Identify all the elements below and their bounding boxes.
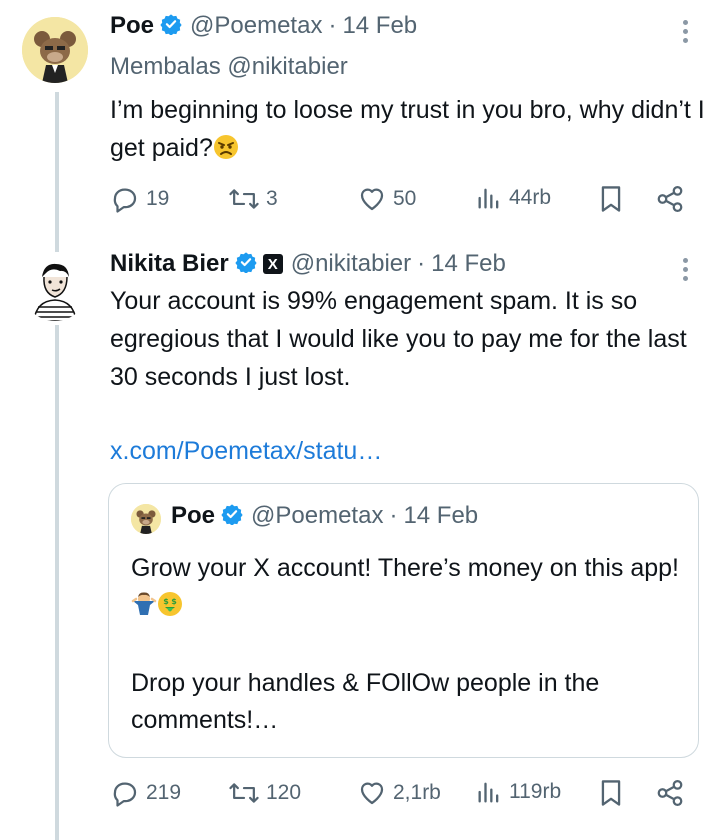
reply-icon — [113, 188, 137, 213]
reply-icon — [113, 782, 137, 807]
tweet1-body: I’m beginning to loose my trust in you b… — [110, 96, 705, 162]
bear-avatar-icon — [22, 17, 88, 83]
heart-icon — [360, 782, 384, 805]
tweet1-header: Poe @Poemetax · 14 Feb — [110, 12, 417, 40]
tweet-date[interactable]: 14 Feb — [431, 250, 506, 278]
bookmark-icon — [601, 186, 621, 212]
quoted-author-handle: @Poemetax — [251, 502, 384, 529]
views-count: 119rb — [509, 780, 562, 803]
author-name[interactable]: Poe — [110, 12, 154, 40]
repost-count: 120 — [266, 781, 302, 804]
thread-line — [55, 92, 59, 252]
repost-icon — [229, 189, 259, 209]
reply-to-label[interactable]: Membalas @nikitabier — [110, 53, 348, 81]
quoted-line2: Drop your handles & FOllOw people in the… — [131, 669, 600, 734]
quoted-tweet-card[interactable]: Poe @Poemetax · 14 Feb Grow your X accou… — [108, 483, 699, 758]
svg-text:$: $ — [171, 597, 177, 606]
repost-count: 3 — [266, 187, 278, 210]
verified-badge-icon — [221, 503, 243, 530]
quoted-tweet-header: Poe @Poemetax · 14 Feb — [171, 502, 478, 530]
quoted-tweet-date: 14 Feb — [403, 502, 479, 529]
bookmark-button[interactable] — [598, 778, 624, 808]
quoted-author-name: Poe — [171, 502, 216, 529]
bookmark-icon — [601, 780, 621, 806]
x-affiliate-badge-icon[interactable]: X — [262, 254, 283, 274]
avatar-nikita[interactable] — [22, 255, 88, 321]
bookmark-button[interactable] — [598, 184, 624, 214]
reply-button[interactable]: 219 — [110, 778, 181, 808]
tweet1-text: I’m beginning to loose my trust in you b… — [110, 91, 705, 171]
svg-text:$: $ — [163, 597, 169, 606]
quoted-line1: Grow your X account! There’s money on th… — [131, 554, 679, 582]
verified-badge-icon — [235, 251, 257, 278]
more-options-icon[interactable] — [681, 20, 689, 43]
separator: · — [417, 250, 426, 277]
more-options-icon[interactable] — [681, 258, 689, 281]
share-icon — [657, 186, 683, 212]
like-count: 50 — [393, 187, 417, 210]
heart-icon — [360, 188, 384, 211]
man-shrugging-icon — [131, 591, 157, 628]
author-name[interactable]: Nikita Bier — [110, 250, 229, 278]
separator: · — [328, 12, 337, 39]
views-count: 44rb — [509, 186, 552, 209]
reply-button[interactable]: 19 — [110, 184, 169, 214]
share-icon — [657, 780, 683, 806]
avatar-poe-small — [131, 504, 161, 534]
like-count: 2,1rb — [393, 781, 441, 804]
verified-badge-icon — [160, 13, 182, 40]
thread-line — [55, 325, 59, 840]
status-link[interactable]: x.com/Poemetax/statu… — [110, 437, 382, 466]
share-button[interactable] — [655, 778, 685, 808]
repost-icon — [229, 783, 259, 803]
views-chart-icon — [478, 188, 499, 209]
author-handle[interactable]: @Poemetax — [190, 12, 322, 40]
separator: · — [389, 502, 398, 529]
reply-count: 19 — [146, 187, 170, 210]
sketch-avatar-icon — [22, 255, 88, 321]
views-button[interactable]: 44rb — [475, 184, 551, 212]
share-button[interactable] — [655, 184, 685, 214]
tweet-date[interactable]: 14 Feb — [342, 12, 417, 40]
bear-avatar-icon — [131, 504, 161, 534]
tweet2-text: Your account is 99% engagement spam. It … — [110, 287, 687, 391]
views-chart-icon — [478, 782, 499, 803]
like-button[interactable]: 50 — [357, 184, 416, 214]
views-button[interactable]: 119rb — [475, 778, 561, 806]
repost-button[interactable]: 120 — [228, 778, 301, 808]
repost-button[interactable]: 3 — [228, 184, 278, 214]
reply-count: 219 — [146, 781, 182, 804]
tweet1-actions: 19 3 50 44rb — [110, 184, 695, 218]
like-button[interactable]: 2,1rb — [357, 778, 441, 808]
avatar-poe[interactable] — [22, 17, 88, 83]
tweet2-actions: 219 120 2,1rb 119rb — [110, 778, 695, 812]
tweet2-header: Nikita Bier X @nikitabier · 14 Feb — [110, 250, 506, 278]
quoted-tweet-text: Grow your X account! There’s money on th… — [131, 550, 681, 739]
author-handle[interactable]: @nikitabier — [291, 250, 411, 278]
angry-face-icon — [213, 133, 239, 171]
money-mouth-face-icon: $ $ — [157, 591, 183, 628]
